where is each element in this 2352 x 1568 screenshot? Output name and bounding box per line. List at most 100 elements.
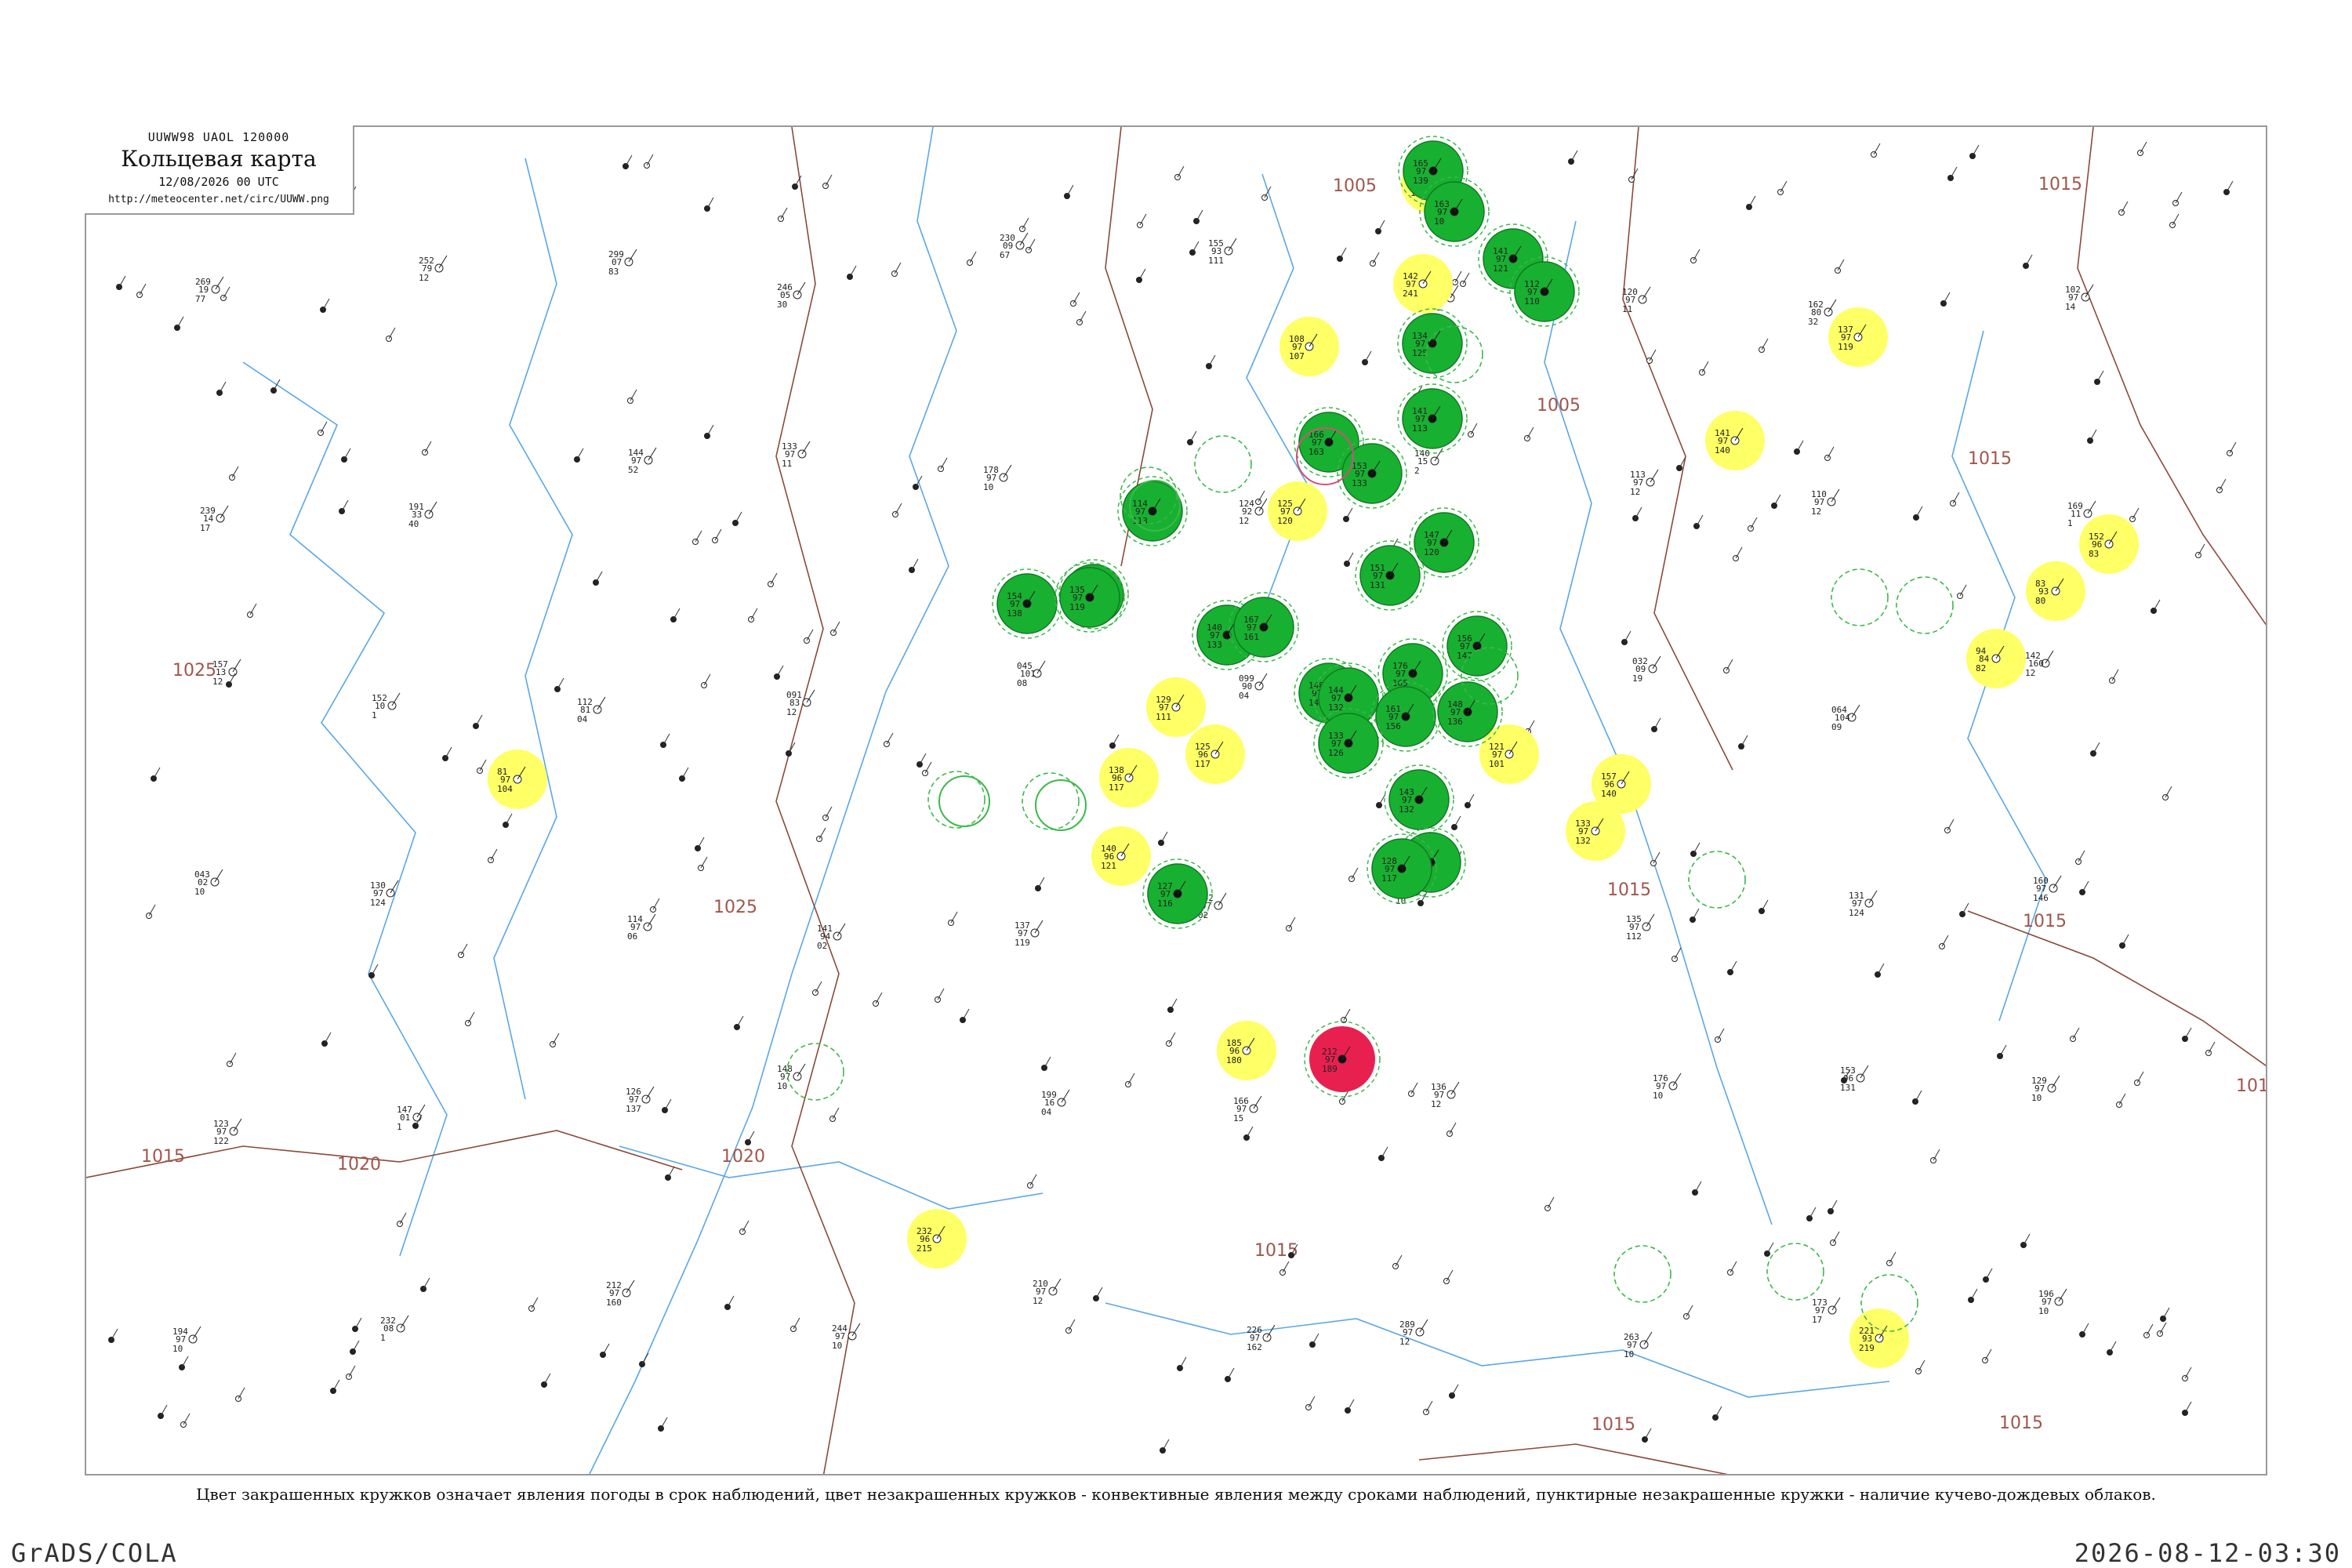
station-pressure: 162 (1247, 1342, 1262, 1352)
rain-station[interactable]: 14797120 (1409, 507, 1479, 578)
mist-station[interactable]: 12597120 (1268, 481, 1327, 541)
station-plot[interactable]: 1149706 (627, 913, 656, 942)
station-plot[interactable]: 12697137 (626, 1086, 655, 1114)
mist-station[interactable]: 12596117 (1185, 724, 1245, 784)
mist-station[interactable]: 22193219 (1849, 1308, 1909, 1368)
station-plot[interactable]: 13197124 (1849, 890, 1878, 918)
station-plot[interactable]: 1419402 (817, 923, 846, 951)
station-plot[interactable]: 16097146 (2033, 875, 2062, 903)
wind-barb-icon (1692, 908, 1700, 920)
rain-station[interactable]: 15497138 (992, 568, 1062, 639)
rain-station[interactable]: 11297110 (1509, 256, 1580, 327)
mist-station[interactable]: 14297241 (1393, 254, 1453, 314)
station-plot[interactable]: 2990783 (608, 249, 637, 277)
station-pressure: 10 (1434, 216, 1444, 227)
border-line (1967, 910, 2266, 1067)
station-plot[interactable]: 21297160 (606, 1279, 635, 1308)
station-plot[interactable]: 2300967 (1000, 232, 1029, 260)
station-plot[interactable]: 1449752 (628, 447, 657, 475)
mist-station[interactable]: 14197140 (1705, 411, 1765, 470)
station-plot[interactable]: 0430210 (194, 869, 223, 897)
station-plot[interactable]: 1628032 (1808, 299, 1837, 327)
station-plot[interactable]: 12397122 (213, 1118, 242, 1146)
station-plot[interactable]: 2391417 (200, 505, 229, 533)
station-plot[interactable]: 1969710 (2038, 1288, 2067, 1316)
station-plot[interactable]: 1949710 (172, 1326, 201, 1354)
rain-station[interactable]: 1639710 (1419, 176, 1490, 247)
station-plot[interactable]: 1128104 (577, 696, 606, 724)
station-plot[interactable]: 13797119 (1014, 920, 1044, 948)
wind-barb-icon (1019, 232, 1029, 246)
convective-ring-icon (1896, 576, 1954, 634)
border-line (1418, 1443, 1729, 1474)
map-url[interactable]: http://meteocenter.net/circ/UUWW.png (85, 194, 353, 205)
station-plot[interactable]: 2899712 (1399, 1319, 1428, 1347)
rain-station[interactable]: 14197113 (1397, 383, 1468, 454)
station-plot[interactable]: 0320919 (1632, 655, 1661, 684)
station-plot[interactable]: 1139712 (1630, 469, 1659, 497)
station-plot[interactable]: 06410409 (1831, 704, 1860, 732)
station-plot[interactable]: 13597112 (1626, 913, 1655, 942)
station-plot[interactable]: 2460530 (777, 281, 806, 310)
rain-station[interactable]: 15197131 (1355, 540, 1425, 611)
thunder-station[interactable]: 21297189 (1304, 1021, 1381, 1098)
mist-station[interactable]: 23296215 (907, 1209, 967, 1269)
mist-station[interactable]: 839380 (2026, 561, 2085, 621)
mist-station[interactable]: 1529683 (2079, 514, 2139, 574)
rain-station[interactable]: 13497125 (1397, 308, 1468, 379)
wind-barb-icon (1168, 1032, 1176, 1044)
rain-station[interactable]: 14397132 (1384, 764, 1454, 835)
wind-barb-icon (1780, 180, 1788, 193)
station-plot[interactable]: 1769710 (1653, 1073, 1682, 1101)
station-plot[interactable]: 152101 (372, 692, 401, 720)
wind-barb-icon (646, 154, 654, 166)
station-plot[interactable]: 1339711 (782, 441, 811, 469)
mist-station[interactable]: 18596180 (1217, 1021, 1276, 1080)
wind-barb-icon (1952, 492, 1960, 504)
mist-station[interactable]: 8197104 (488, 750, 547, 809)
station-plot[interactable]: 1249212 (1239, 498, 1268, 526)
station-plot[interactable]: 2527912 (419, 255, 448, 283)
wind-barb-icon (950, 911, 958, 924)
station-plot[interactable]: 2691977 (195, 276, 224, 304)
river-line (242, 361, 448, 1257)
wind-barb-icon (1915, 1090, 1922, 1102)
station-plot[interactable]: 1299710 (2031, 1075, 2060, 1103)
mist-station[interactable]: 14096121 (1091, 826, 1151, 886)
station-plot[interactable]: 13097124 (370, 880, 399, 908)
station-plot[interactable]: 2109712 (1033, 1278, 1062, 1306)
wind-barb-icon (1674, 947, 1682, 960)
station-plot[interactable]: 1209711 (1622, 286, 1651, 314)
rain-station[interactable]: 11497113 (1117, 476, 1188, 546)
mist-station[interactable]: 12997111 (1146, 677, 1206, 737)
rain-station[interactable]: 16797161 (1229, 592, 1299, 662)
station-plot[interactable]: 14216012 (2025, 650, 2054, 678)
station-plot[interactable]: 1739717 (1812, 1297, 1841, 1325)
station-pressure: 15 (1233, 1113, 1243, 1123)
mist-station[interactable]: 13896117 (1099, 748, 1159, 808)
wind-barb-icon (1339, 247, 1347, 260)
wind-barb-icon (793, 1317, 800, 1330)
station-plot[interactable]: 1913340 (408, 501, 437, 529)
mist-station[interactable]: 10897107 (1279, 317, 1339, 376)
mist-station[interactable]: 15796140 (1592, 754, 1651, 814)
station-plot[interactable]: 04510108 (1017, 660, 1046, 688)
station-plot[interactable]: 15593111 (1208, 238, 1237, 266)
station-plot[interactable]: 2449710 (832, 1323, 861, 1351)
wind-barb-icon (1646, 913, 1655, 927)
station-plot[interactable]: 232081 (380, 1315, 409, 1343)
rain-station[interactable]: 15697147 (1442, 611, 1512, 681)
station-pressure: 12 (2025, 668, 2035, 678)
station-plot[interactable]: 1669715 (1233, 1095, 1262, 1123)
rain-station[interactable]: 13397126 (1313, 708, 1384, 779)
mist-station[interactable]: 13797119 (1828, 307, 1888, 367)
wind-barb-icon (894, 262, 902, 274)
station-plot[interactable]: 147011 (397, 1104, 426, 1132)
station-plot[interactable]: 1109712 (1811, 488, 1840, 517)
station-plot[interactable]: 1991604 (1041, 1089, 1070, 1117)
station-plot[interactable]: 1789710 (983, 464, 1012, 492)
station-plot[interactable]: 1029714 (2065, 284, 2094, 312)
mist-station[interactable]: 948482 (1966, 629, 2026, 688)
station-plot[interactable]: 1369712 (1431, 1081, 1460, 1109)
station-plot[interactable]: 0999004 (1239, 673, 1268, 701)
